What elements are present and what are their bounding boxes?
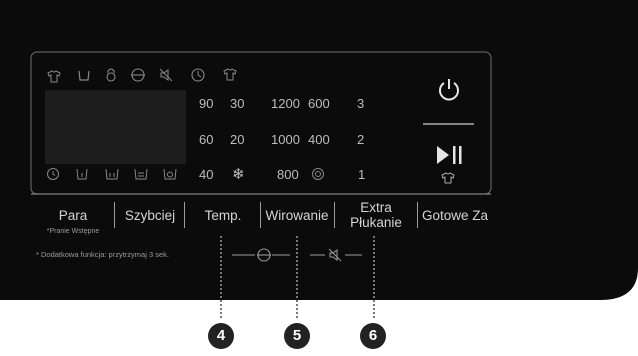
rinse-2: 2 [357,132,365,147]
szybciej-label: Szybciej [124,208,176,223]
no-spin-icon [312,168,324,180]
para-button[interactable]: Para *Pranie Wstępne [33,200,113,240]
para-sublabel: *Pranie Wstępne [46,228,100,235]
leader-line-6 [373,236,375,318]
prewash-tub-icon [76,168,88,180]
spin-1000: 1000 [271,132,300,147]
mute-icon-combo [328,248,342,262]
callout-5: 5 [284,323,310,349]
temp-button[interactable]: Temp. [187,200,259,230]
temp-30: 30 [230,96,245,111]
shirt-steam-icon [47,70,61,83]
separator [184,202,185,228]
temp-40: 40 [199,167,214,182]
stain-icon [131,68,145,82]
separator [417,202,418,228]
double-tub-icon [105,168,119,180]
temp-60: 60 [199,132,214,147]
spin-400: 400 [308,132,330,147]
display-screen [45,90,186,164]
separator [334,202,335,228]
extra-label: Extra [360,200,392,215]
stain-icon-combo [257,248,271,262]
temp-20: 20 [230,132,245,147]
leader-line-4 [220,236,222,318]
plukanie-label: Płukanie [350,215,402,230]
rinse-1: 1 [358,167,366,182]
wirowanie-label: Wirowanie [265,208,329,223]
spin-600: 600 [308,96,330,111]
leader-line-5 [296,236,298,318]
clock-icon [47,168,59,180]
power-button[interactable] [436,77,462,103]
temp-label: Temp. [204,208,242,223]
shirt-icon [223,68,237,81]
tub-icon [78,70,90,81]
eco-tub-icon [134,168,148,180]
footnote: * Dodatkowa funkcja: przytrzymaj 3 sek. [36,250,169,259]
spin-800: 800 [277,167,299,182]
start-pause-button[interactable] [434,143,464,167]
separator [260,202,261,228]
extra-plukanie-button[interactable]: Extra Płukanie [336,198,416,234]
snowflake-icon: ❄ [232,166,245,183]
control-panel: 90 30 60 20 40 ❄ 1200 600 1000 400 800 3… [0,0,638,300]
temp-90: 90 [199,96,214,111]
separator [114,202,115,228]
drum-icon [163,168,177,180]
szybciej-button[interactable]: Szybciej [117,200,183,230]
callout-6: 6 [360,323,386,349]
wirowanie-button[interactable]: Wirowanie [262,200,332,230]
delay-timer-icon [191,68,205,82]
callout-4: 4 [208,323,234,349]
spin-1200: 1200 [271,96,300,111]
mute-icon [159,68,173,82]
shirt-icon-start [441,172,455,184]
gotowe-label: Gotowe Za [421,208,489,223]
rinse-3: 3 [357,96,365,111]
child-lock-icon [106,68,116,82]
gotowe-za-button[interactable]: Gotowe Za [419,200,491,230]
para-label: Para [58,208,88,223]
